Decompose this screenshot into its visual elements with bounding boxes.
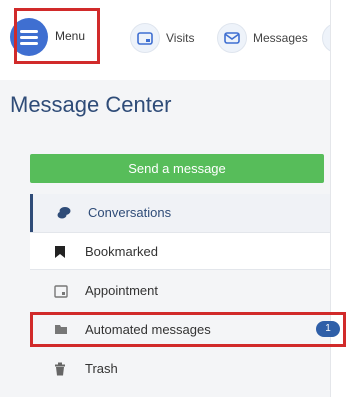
menu-highlight-box: [14, 8, 100, 64]
send-message-button[interactable]: Send a message: [30, 154, 324, 183]
sidebar-item-conversations[interactable]: Conversations: [30, 194, 330, 232]
calendar-icon: [54, 285, 68, 298]
visits-icon[interactable]: [130, 23, 160, 53]
bookmark-icon: [55, 246, 65, 258]
page-title: Message Center: [10, 92, 172, 117]
visits-label[interactable]: Visits: [166, 31, 194, 45]
sidebar-item-bookmarked[interactable]: Bookmarked: [30, 232, 330, 270]
chat-icon: [57, 207, 71, 219]
sidebar-item-label: Appointment: [85, 283, 158, 298]
sidebar-item-appointment[interactable]: Appointment: [30, 272, 330, 310]
sidebar-item-label: Bookmarked: [85, 244, 158, 259]
top-navigation: Menu Visits Messages: [0, 0, 346, 80]
sidebar-item-trash[interactable]: Trash: [30, 350, 330, 388]
sidebar-item-label: Conversations: [88, 205, 172, 220]
messages-icon[interactable]: [217, 23, 247, 53]
automated-messages-highlight-box: [30, 312, 346, 347]
sidebar-item-label: Trash: [85, 361, 118, 376]
messages-label[interactable]: Messages: [253, 31, 308, 45]
trash-icon: [55, 362, 65, 376]
